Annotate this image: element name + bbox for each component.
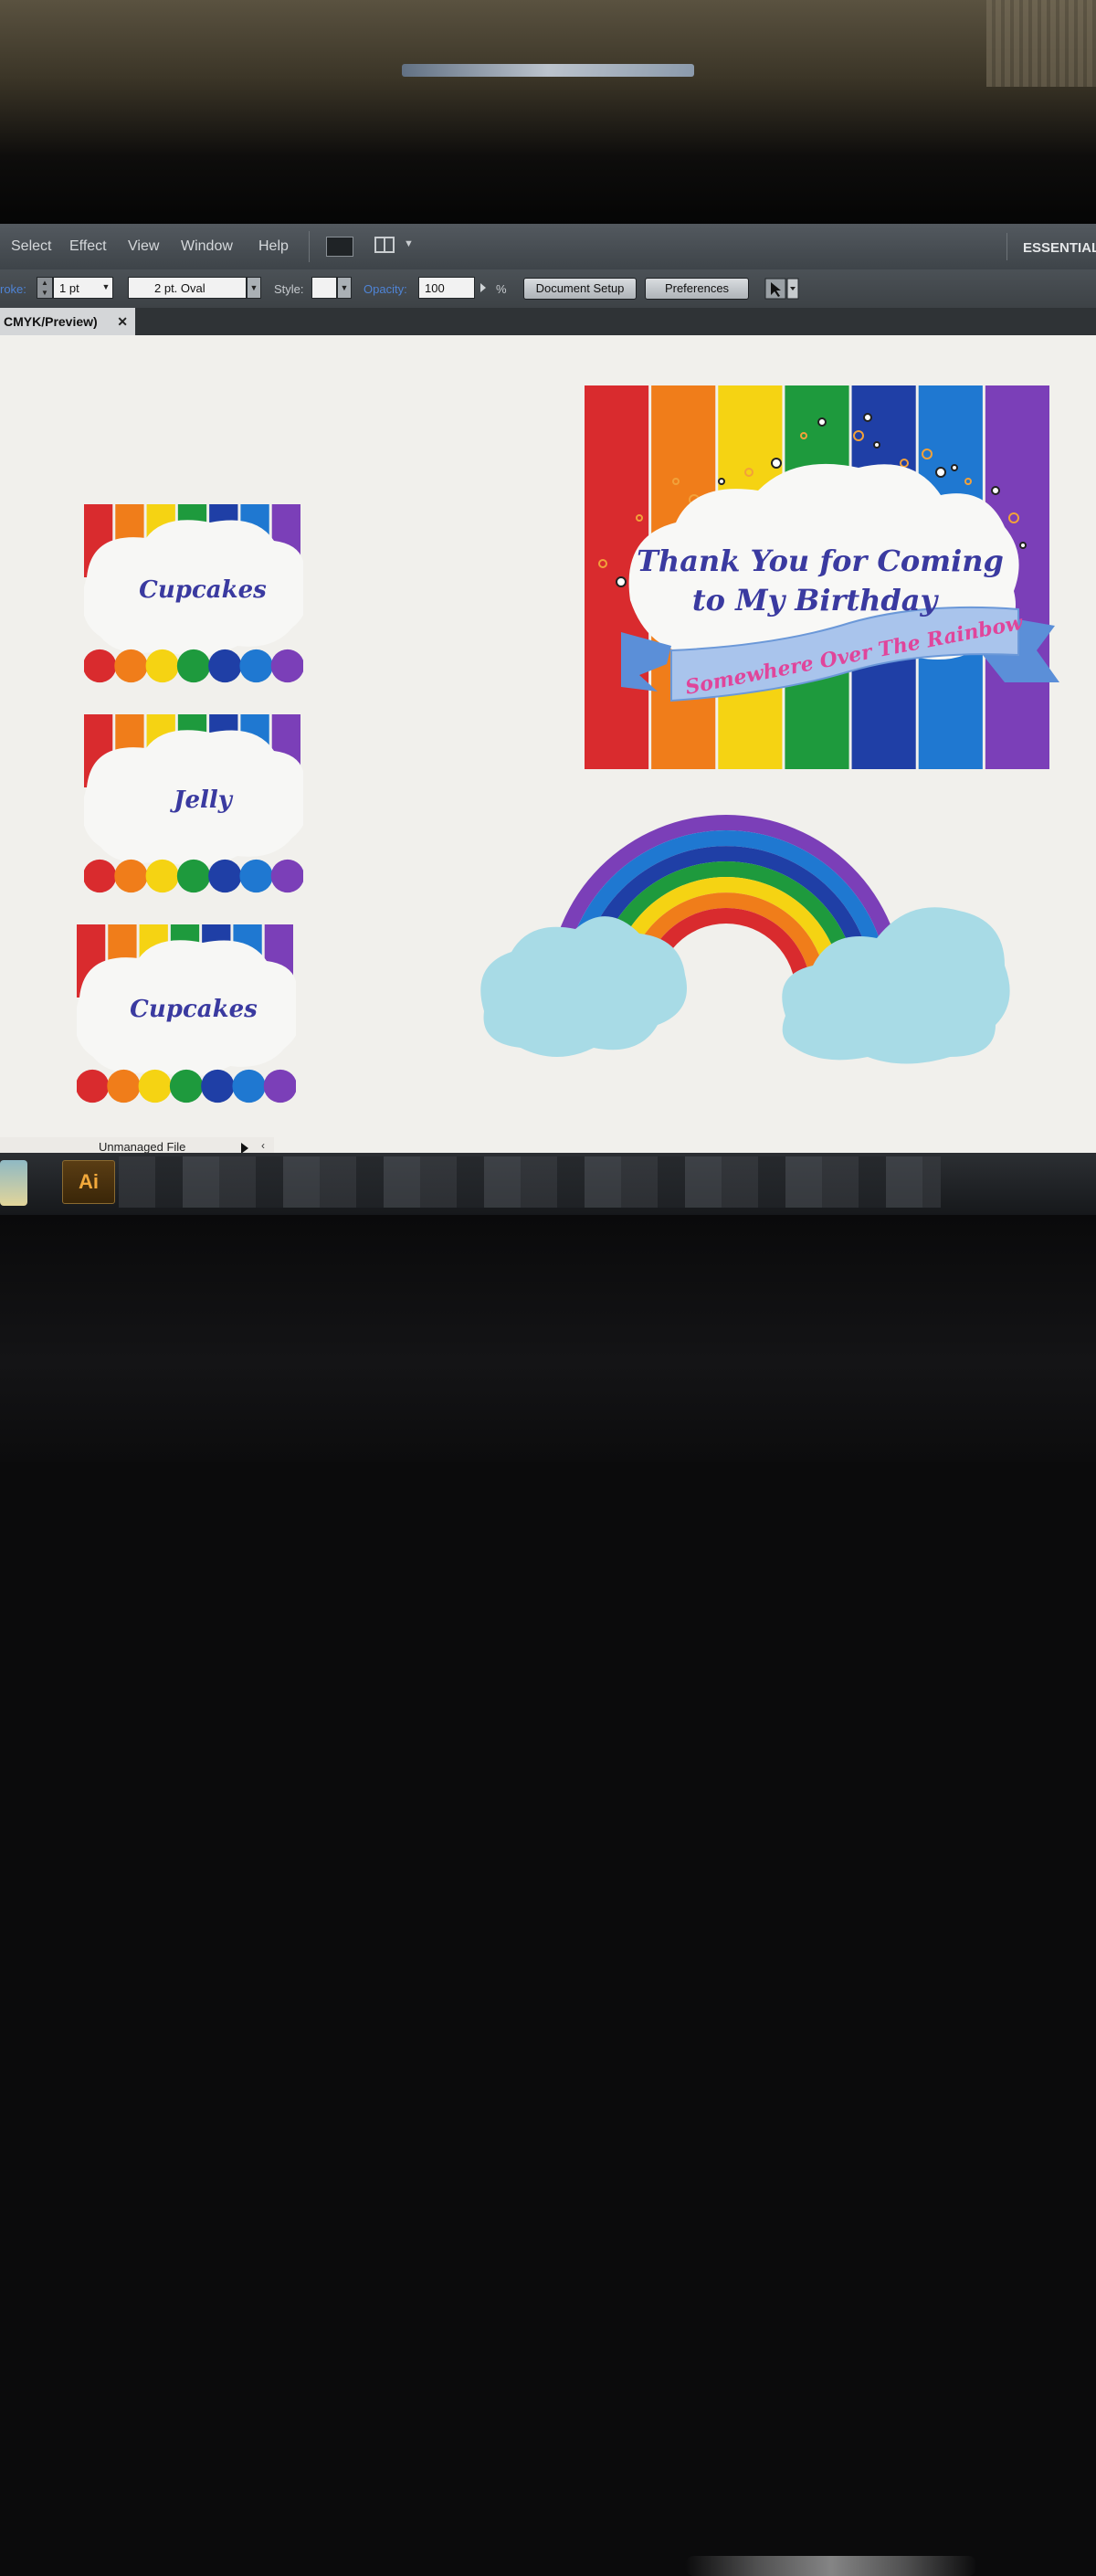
dot [84,649,117,683]
dot [107,1069,141,1103]
stroke-label: roke: [0,282,26,296]
menu-help[interactable]: Help [258,238,289,255]
arrange-documents-icon[interactable] [374,237,395,253]
rainbow-illustration[interactable] [480,815,1010,1064]
dot [77,1069,110,1103]
document-setup-button[interactable]: Document Setup [523,278,637,300]
confetti-dot [1019,542,1027,549]
opacity-label[interactable]: Opacity: [364,282,407,296]
monitor-screen: Select Effect View Window Help ▼ ESSENTI… [0,224,1096,1215]
dot [145,649,179,683]
dot [138,1069,172,1103]
status-label[interactable]: Unmanaged File [99,1140,185,1154]
dot [208,649,242,683]
background-room [0,0,1096,224]
chevron-down-icon[interactable]: ▼ [337,277,352,299]
graphic-style-swatch[interactable] [311,277,337,299]
confetti-dot [991,486,1000,495]
brush-select[interactable]: 2 pt. Oval [128,277,247,299]
menu-select[interactable]: Select [11,238,51,255]
bridge-icon[interactable] [326,237,353,257]
dot [114,649,148,683]
tab-document-label: CMYK/Preview) [4,314,98,329]
dot [201,1069,235,1103]
menu-separator [1006,233,1007,260]
chevron-down-icon[interactable]: ▼ [247,277,261,299]
selection-tool-icon[interactable] [764,277,800,301]
dot [169,1069,204,1103]
confetti-dot [817,417,827,427]
style-label: Style: [274,282,304,296]
dot [84,859,117,893]
folder-icon[interactable] [0,1160,27,1206]
menu-window[interactable]: Window [181,238,233,255]
chevron-down-icon[interactable]: ▼ [99,277,113,299]
taskbar: Ai [0,1153,1096,1215]
menu-view[interactable]: View [128,238,159,255]
label-text-3: Cupcakes [130,996,258,1023]
confetti-dot [718,478,725,485]
dot [270,859,303,893]
chevron-left-icon[interactable]: ‹ [261,1139,265,1152]
label-text-1: Cupcakes [139,576,267,604]
label-text-2: Jelly [169,787,234,814]
menu-effect[interactable]: Effect [69,238,107,255]
menu-separator [309,231,310,262]
chevron-down-icon[interactable]: ▼ [404,238,414,249]
confetti-dot [873,441,880,449]
confetti-dot [616,576,627,587]
opacity-input[interactable]: 100 [418,277,475,299]
dot [176,859,211,893]
dot [270,649,303,683]
document-tabs: CMYK/Preview) ✕ [0,308,1096,335]
confetti-dot [935,467,946,478]
dot [145,859,179,893]
tab-document[interactable]: CMYK/Preview) ✕ [0,308,135,335]
illustrator-taskbar-button[interactable]: Ai [62,1160,115,1204]
confetti-dot [863,413,872,422]
light-reflection [685,2556,977,2576]
percent-label: % [496,282,507,296]
taskbar-apps [119,1156,941,1208]
room-light [402,64,694,77]
dot [176,649,211,683]
workspace-switcher[interactable]: ESSENTIAL [1023,240,1096,256]
artwork[interactable]: Cupcakes Jelly Cupcakes Thank You for Co… [0,335,1096,1157]
dot [208,859,242,893]
control-bar: roke: ▲ ▼ 1 pt ▼ 2 pt. Oval ▼ Style: ▼ Op… [0,269,1096,309]
dot [232,1069,266,1103]
dot [239,649,273,683]
confetti-dot [771,458,782,469]
close-icon[interactable]: ✕ [117,308,128,335]
card-title-line1: Thank You for Coming [637,544,1004,578]
dot [114,859,148,893]
stroke-stepper[interactable]: ▲ ▼ [37,277,53,299]
preferences-button[interactable]: Preferences [645,278,749,300]
menu-bar: Select Effect View Window Help ▼ ESSENTI… [0,224,1096,270]
card-title-line2: to My Birthday [692,583,940,618]
dot [263,1069,296,1103]
play-icon[interactable] [480,283,486,292]
cloud-left [480,916,687,1057]
window-blind [986,0,1096,87]
dot [239,859,273,893]
monitor-bezel [0,1215,1096,2576]
confetti-dot [951,464,958,471]
